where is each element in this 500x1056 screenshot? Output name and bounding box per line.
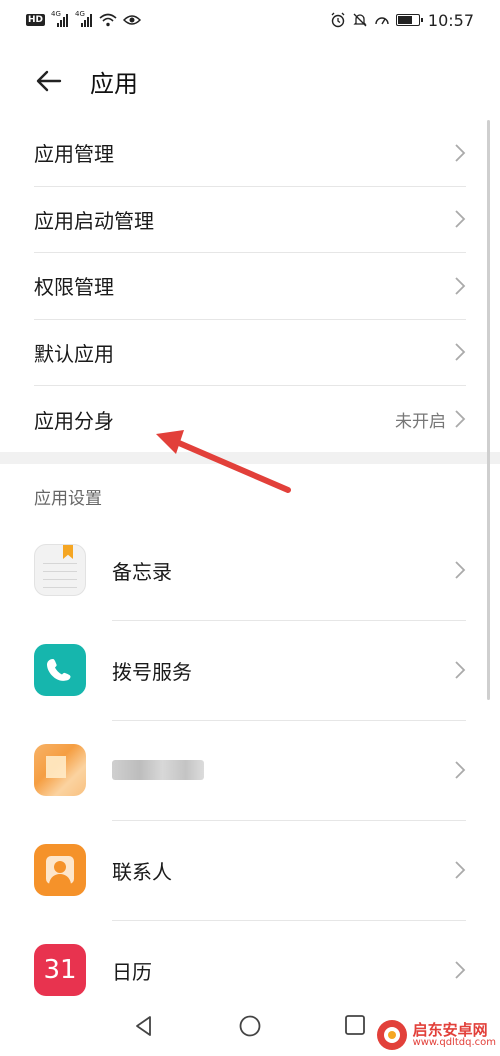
menu-item-label: 权限管理 <box>34 275 114 300</box>
signal-icon: 4G <box>75 10 93 27</box>
menu-item-label: 应用启动管理 <box>34 208 154 233</box>
app-list: 备忘录 拨号服务 联系人 31 日历 <box>34 520 466 1020</box>
nav-back-icon[interactable] <box>132 1014 156 1038</box>
menu-item-label: 应用分身 <box>34 408 114 433</box>
app-label: 联系人 <box>112 859 172 884</box>
alarm-icon <box>331 12 345 28</box>
battery-fill <box>397 16 413 24</box>
status-left: HD 4G 4G <box>26 10 142 27</box>
chevron-right-icon <box>455 661 466 679</box>
chevron-right-icon <box>455 343 466 361</box>
status-right: 10:57 <box>330 11 474 30</box>
watermark: 启东安卓网 www.qdltdq.com <box>375 1018 496 1052</box>
app-row-blurred[interactable] <box>34 720 466 820</box>
nav-recent-icon[interactable] <box>344 1014 366 1036</box>
menu-item-app-management[interactable]: 应用管理 <box>34 120 466 187</box>
status-value: 未开启 <box>395 411 446 432</box>
arrow-left-icon[interactable] <box>34 66 64 96</box>
app-row-dialer[interactable]: 拨号服务 <box>34 620 466 720</box>
app-label: 拨号服务 <box>112 659 192 684</box>
nav-home-icon[interactable] <box>238 1014 262 1038</box>
chevron-right-icon <box>455 144 466 162</box>
chevron-right-icon <box>455 410 466 428</box>
header: 应用 <box>0 50 500 114</box>
chevron-right-icon <box>455 861 466 879</box>
status-bar: HD 4G 4G 10:57 <box>0 0 500 40</box>
eye-icon <box>123 15 142 25</box>
signal-icon: 4G <box>51 10 69 27</box>
scrollbar[interactable] <box>487 120 490 700</box>
mute-bell-icon <box>353 13 367 27</box>
calendar-icon: 31 <box>34 944 86 996</box>
app-label: 备忘录 <box>112 559 172 584</box>
app-row-memo[interactable]: 备忘录 <box>34 520 466 620</box>
menu-item-label: 应用管理 <box>34 142 114 167</box>
phone-icon <box>34 644 86 696</box>
app-label: 日历 <box>112 959 152 984</box>
memo-icon <box>34 544 86 596</box>
app-row-contacts[interactable]: 联系人 <box>34 820 466 920</box>
menu-item-label: 默认应用 <box>34 341 114 366</box>
watermark-logo-icon <box>376 1020 407 1050</box>
blurred-app-label <box>112 760 204 780</box>
watermark-url: www.qdltdq.com <box>412 1036 496 1048</box>
annotation-arrow-icon <box>156 430 291 493</box>
menu-item-default-apps[interactable]: 默认应用 <box>34 320 466 386</box>
wifi-icon <box>99 13 117 27</box>
chevron-right-icon <box>455 277 466 295</box>
menu-item-app-launch[interactable]: 应用启动管理 <box>34 187 466 253</box>
page-title: 应用 <box>90 70 138 98</box>
contacts-icon <box>34 844 86 896</box>
clock: 10:57 <box>427 10 474 30</box>
settings-menu: 应用管理 应用启动管理 权限管理 默认应用 应用分身 未开启 <box>34 120 466 453</box>
blurred-app-icon <box>34 744 86 796</box>
chevron-right-icon <box>455 210 466 228</box>
speed-icon <box>375 17 389 25</box>
watermark-name: 启东安卓网 <box>412 1020 488 1039</box>
chevron-right-icon <box>455 961 466 979</box>
chevron-right-icon <box>455 761 466 779</box>
battery-icon <box>395 14 423 26</box>
menu-item-permissions[interactable]: 权限管理 <box>34 253 466 320</box>
chevron-right-icon <box>455 561 466 579</box>
hd-badge: HD <box>26 14 46 26</box>
section-title: 应用设置 <box>34 489 102 509</box>
